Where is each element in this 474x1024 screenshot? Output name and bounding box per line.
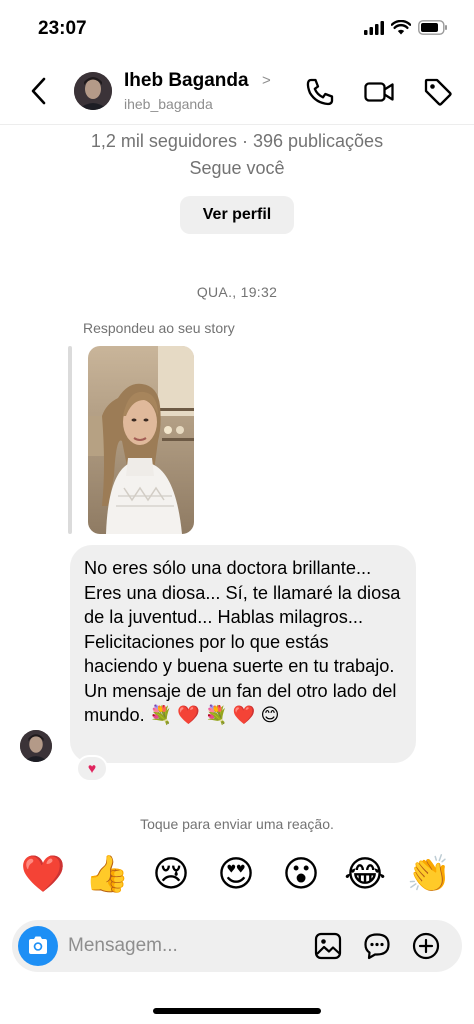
back-icon[interactable] — [26, 74, 52, 108]
follows-you-label: Segue você — [189, 158, 285, 178]
story-photo — [88, 346, 194, 534]
message-bubble[interactable]: No eres sólo una doctora brillante... Er… — [70, 545, 416, 763]
signal-icon — [364, 20, 384, 35]
reaction-laughing[interactable]: 😂 — [342, 852, 388, 898]
chevron-right-icon[interactable]: > — [262, 72, 271, 89]
chat-header: Iheb Baganda > iheb_baganda — [0, 62, 474, 122]
avatar-photo — [74, 72, 112, 110]
message-composer — [12, 920, 462, 972]
tag-icon[interactable] — [422, 76, 454, 108]
camera-button[interactable] — [18, 926, 58, 966]
image-icon[interactable] — [314, 932, 342, 960]
phone-icon[interactable] — [304, 76, 336, 108]
reaction-clapping[interactable]: 👏 — [406, 852, 452, 898]
reaction-crying[interactable]: 😢 — [148, 852, 194, 898]
sender-avatar-photo — [20, 730, 52, 762]
story-reply-bar — [68, 346, 72, 534]
reaction-heart[interactable]: ❤️ — [20, 852, 66, 898]
story-reply-caption: Respondeu ao seu story — [83, 320, 235, 336]
message-timestamp: QUA., 19:32 — [196, 284, 278, 300]
contact-name[interactable]: Iheb Baganda — [124, 70, 249, 92]
message-reaction[interactable]: ♥ — [76, 755, 108, 782]
story-thumbnail[interactable] — [88, 346, 194, 534]
status-bar: 23:07 — [0, 0, 474, 56]
sender-avatar[interactable] — [20, 730, 52, 762]
quick-reactions: ❤️ 👍 😢 😍 😮 😂 👏 — [0, 852, 474, 902]
status-icons — [364, 20, 448, 35]
home-indicator[interactable] — [153, 1008, 321, 1014]
reaction-thumbs-up[interactable]: 👍 — [84, 852, 130, 898]
view-profile-button[interactable]: Ver perfil — [180, 196, 294, 234]
battery-icon — [418, 20, 447, 35]
profile-stats: 1,2 mil seguidores · 396 publicações — [90, 131, 384, 151]
sticker-icon[interactable] — [363, 932, 391, 960]
camera-icon — [29, 936, 47, 954]
reaction-hint: Toque para enviar uma reação. — [140, 816, 334, 832]
wifi-icon — [391, 20, 411, 35]
status-time: 23:07 — [38, 18, 87, 39]
add-icon[interactable] — [412, 932, 440, 960]
contact-handle: iheb_baganda — [124, 96, 213, 112]
reaction-heart-eyes[interactable]: 😍 — [213, 852, 259, 898]
avatar[interactable] — [74, 72, 112, 110]
video-icon[interactable] — [363, 76, 395, 108]
header-divider — [0, 124, 474, 125]
message-input[interactable] — [68, 929, 298, 963]
reaction-surprised[interactable]: 😮 — [278, 852, 324, 898]
